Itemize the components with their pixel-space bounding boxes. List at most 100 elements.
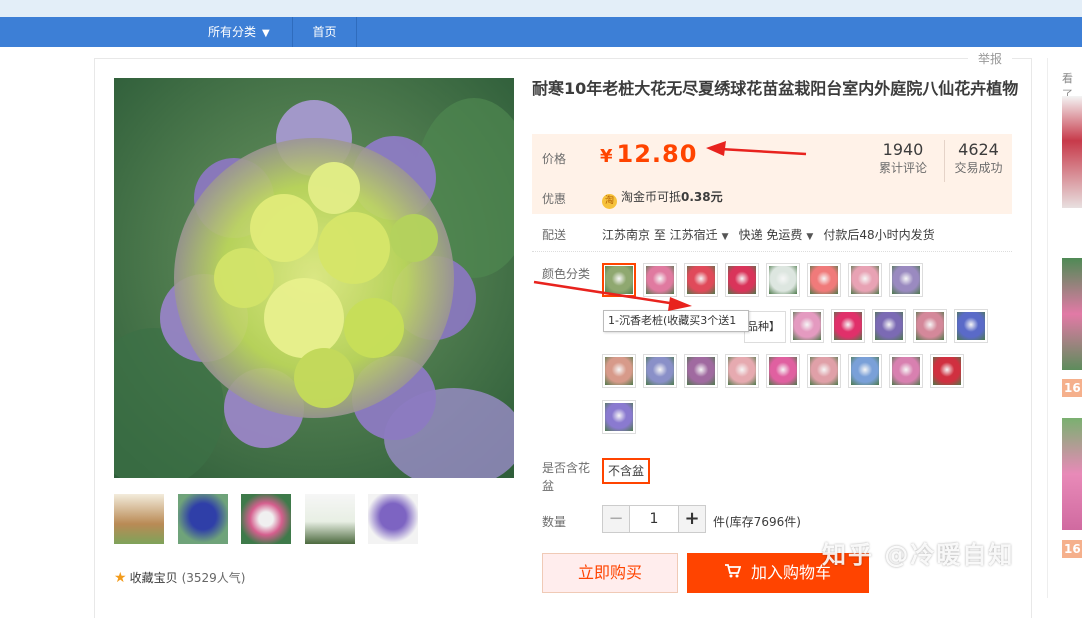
color-swatch-5[interactable] [766, 263, 800, 297]
color-swatch-9[interactable] [790, 309, 824, 343]
zhihu-watermark: 知乎 @冷暖自知 [822, 541, 1015, 569]
category-nav-bar: 所有分类 ▼ 首页 [0, 17, 1082, 47]
reviews-stat[interactable]: 1940 累计评论 [868, 140, 938, 182]
variant-tooltip: 1-沉香老桩(收藏买3个送1 [603, 310, 749, 332]
swatch-image [892, 266, 920, 294]
divider [532, 251, 1012, 252]
quantity-input[interactable]: 1 [629, 505, 679, 533]
rail-item-image[interactable] [1062, 258, 1082, 370]
color-swatch-1[interactable] [602, 263, 636, 297]
browser-top-strip [0, 0, 1082, 17]
color-swatch-8[interactable] [889, 263, 923, 297]
rail-item-image[interactable] [1062, 418, 1082, 530]
swatch-image [728, 266, 756, 294]
popularity-count: (3529人气) [181, 571, 246, 585]
promo-text: 淘金币可抵 [621, 190, 682, 204]
deals-label: 交易成功 [954, 161, 1003, 175]
quantity-decrease-button[interactable]: − [602, 505, 630, 533]
deals-stat: 4624 交易成功 [944, 140, 1012, 182]
swatch-image [810, 357, 838, 385]
color-swatch-2[interactable] [643, 263, 677, 297]
star-icon: ★ [114, 570, 127, 586]
promo-amount: 0.38元 [681, 190, 723, 204]
color-swatch-12[interactable] [913, 309, 947, 343]
rail-item-price: 16 [1062, 379, 1082, 397]
color-swatch-10[interactable] [831, 309, 865, 343]
report-link[interactable]: 举报 [968, 51, 1012, 67]
product-title: 耐寒10年老桩大花无尽夏绣球花苗盆栽阳台室内外庭院八仙花卉植物 [532, 79, 1019, 98]
swatch-image [687, 357, 715, 385]
reviews-label: 累计评论 [878, 161, 927, 175]
swatch-image [916, 312, 944, 340]
swatch-image [728, 357, 756, 385]
color-swatch-21[interactable] [889, 354, 923, 388]
swatch-image [933, 357, 961, 385]
chevron-down-icon: ▼ [721, 232, 729, 242]
ship-to-dropdown[interactable]: 江苏宿迁 [670, 228, 718, 242]
swatch-image [957, 312, 985, 340]
variant-name-option[interactable]: 品种】 [744, 311, 786, 343]
ship-method-dropdown[interactable]: 快递 免运费 [739, 228, 803, 242]
swatch-image [892, 357, 920, 385]
all-categories-menu[interactable]: 所有分类 ▼ [193, 17, 293, 47]
color-swatch-23[interactable] [602, 400, 636, 434]
price-panel: 价格 ¥12.80 1940 累计评论 4624 交易成功 优惠 淘淘金币可抵0… [532, 134, 1012, 214]
promo-label: 优惠 [542, 192, 567, 206]
promo-info: 淘淘金币可抵0.38元 [602, 188, 723, 209]
color-swatch-22[interactable] [930, 354, 964, 388]
rail-item-image[interactable] [1062, 96, 1082, 208]
thumbnail-4[interactable] [305, 494, 355, 544]
thumbnail-5[interactable] [368, 494, 418, 544]
color-swatch-13[interactable] [954, 309, 988, 343]
swatch-image [769, 357, 797, 385]
main-product-image[interactable] [114, 78, 514, 478]
hydrangea-photo [114, 78, 514, 478]
quantity-label: 数量 [542, 515, 567, 529]
price-value: ¥12.80 [600, 140, 697, 168]
color-swatch-17[interactable] [725, 354, 759, 388]
color-swatch-7[interactable] [848, 263, 882, 297]
swatch-image [834, 312, 862, 340]
shipping-label: 配送 [542, 228, 567, 242]
add-to-cart-label: 加入购物车 [750, 563, 831, 582]
price-number: 12.80 [616, 140, 698, 168]
swatch-image [687, 266, 715, 294]
favorite-label: 收藏宝贝 [129, 571, 178, 585]
swatch-image [646, 266, 674, 294]
color-swatch-18[interactable] [766, 354, 800, 388]
favorite-item-link[interactable]: ★ 收藏宝贝 (3529人气) [114, 569, 245, 586]
color-swatch-3[interactable] [684, 263, 718, 297]
swatch-image [793, 312, 821, 340]
stock-info: 件(库存7696件) [713, 515, 801, 529]
taojinbi-coin-icon: 淘 [602, 194, 617, 209]
thumbnail-3[interactable] [241, 494, 291, 544]
chevron-down-icon: ▼ [806, 232, 814, 242]
currency-symbol: ¥ [600, 146, 614, 167]
price-label: 价格 [542, 152, 567, 166]
color-swatch-4[interactable] [725, 263, 759, 297]
color-swatch-19[interactable] [807, 354, 841, 388]
thumbnail-2[interactable] [178, 494, 228, 544]
nav-home-link[interactable]: 首页 [293, 17, 357, 47]
swatch-image [851, 357, 879, 385]
color-swatch-20[interactable] [848, 354, 882, 388]
swatch-image [875, 312, 903, 340]
color-swatch-15[interactable] [643, 354, 677, 388]
color-category-label: 颜色分类 [542, 267, 591, 281]
pot-label: 是否含花盆 [542, 461, 591, 493]
swatch-image [605, 357, 633, 385]
shipping-info: 江苏南京 至 江苏宿迁 ▼ 快递 免运费 ▼ 付款后48小时内发货 [602, 226, 935, 243]
color-swatch-16[interactable] [684, 354, 718, 388]
color-swatch-6[interactable] [807, 263, 841, 297]
thumbnail-1[interactable] [114, 494, 164, 544]
buy-now-button[interactable]: 立即购买 [542, 553, 678, 593]
all-categories-label: 所有分类 [208, 25, 257, 39]
swatch-image [605, 403, 633, 431]
pot-option-selected[interactable]: 不含盆 [602, 458, 651, 484]
shopping-cart-icon [724, 553, 742, 593]
quantity-increase-button[interactable]: + [678, 505, 706, 533]
swatch-image [851, 266, 879, 294]
color-swatch-14[interactable] [602, 354, 636, 388]
ship-time: 付款后48小时内发货 [823, 228, 935, 242]
color-swatch-11[interactable] [872, 309, 906, 343]
